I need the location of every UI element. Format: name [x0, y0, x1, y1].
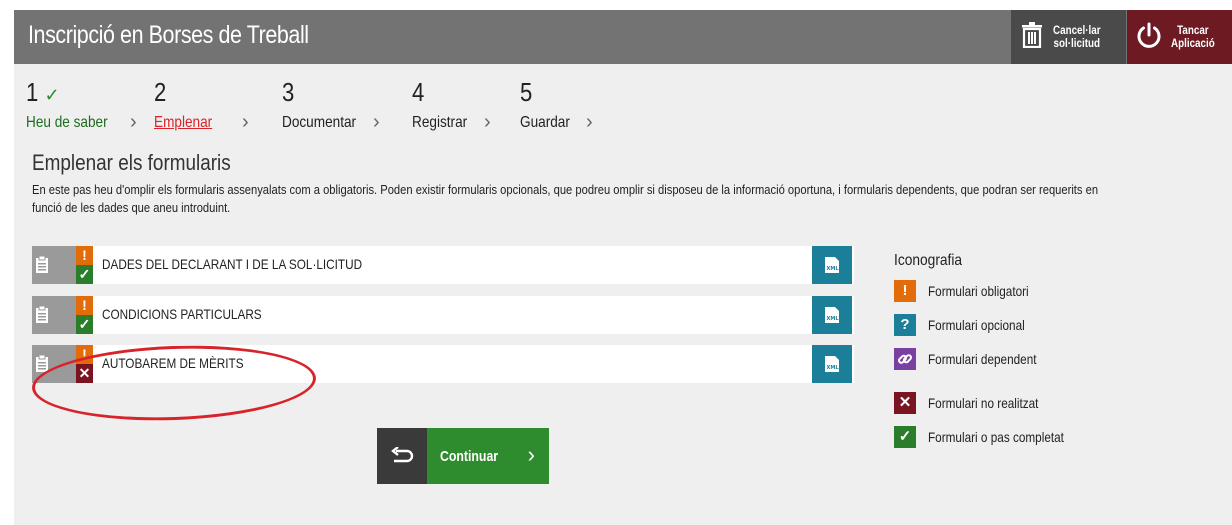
svg-text:XML: XML — [827, 365, 840, 371]
chevron-right-icon: › — [586, 111, 593, 133]
step-2[interactable]: 2 Emplenar › — [154, 77, 249, 133]
close-app-label: Tancar Aplicació — [1171, 23, 1215, 50]
completed-icon: ✓ — [76, 315, 93, 334]
clipboard-icon — [32, 246, 52, 284]
required-badge: ! — [76, 246, 93, 265]
required-icon: ! — [894, 280, 916, 302]
legend-label: Formulari no realitzat — [928, 395, 1039, 411]
section-description: En este pas heu d'omplir els formularis … — [32, 181, 1184, 217]
step-1[interactable]: 1 ✓ Heu de saber › — [26, 77, 137, 133]
legend-label: Formulari o pas completat — [928, 429, 1064, 445]
back-button[interactable] — [377, 428, 427, 484]
continue-button[interactable]: Continuar › — [427, 428, 549, 484]
row-spacer — [52, 246, 76, 284]
row-spacer — [52, 296, 76, 334]
step-name: Documentar — [282, 114, 357, 131]
app-title: Inscripció en Borses de Treball — [28, 21, 309, 49]
chevron-right-icon: › — [130, 111, 137, 133]
step-name: Guardar — [520, 114, 570, 131]
description-line: En este pas heu d'omplir els formularis … — [32, 182, 1099, 197]
chevron-right-icon: › — [527, 442, 535, 467]
clipboard-icon — [32, 296, 52, 334]
step-name: Heu de saber — [26, 114, 108, 131]
chevron-right-icon: › — [484, 111, 491, 133]
chevron-right-icon: › — [242, 111, 249, 133]
step-number: 1 — [26, 77, 39, 107]
close-app-button[interactable]: Tancar Aplicació — [1127, 10, 1232, 64]
link-icon — [894, 348, 916, 370]
step-5[interactable]: 5 Guardar › — [520, 77, 593, 133]
form-name[interactable]: CONDICIONS PARTICULARS — [102, 306, 262, 322]
app-window: Inscripció en Borses de Treball Cancel·l… — [14, 10, 1232, 525]
xml-download-button[interactable]: XML — [812, 345, 852, 383]
continue-label: Continuar — [440, 447, 499, 465]
step-number: 5 — [520, 77, 533, 107]
cancel-request-button[interactable]: Cancel·lar sol·licitud — [1011, 10, 1126, 64]
step-number: 2 — [154, 77, 167, 107]
form-row[interactable]: ! ✓ DADES DEL DECLARANT I DE LA SOL·LICI… — [32, 246, 854, 284]
legend-label: Formulari dependent — [928, 351, 1037, 367]
app-header: Inscripció en Borses de Treball Cancel·l… — [14, 10, 1232, 64]
completed-icon: ✓ — [76, 265, 93, 284]
step-number: 4 — [412, 77, 425, 107]
form-row[interactable]: ! ✓ CONDICIONS PARTICULARS XML — [32, 296, 854, 334]
power-icon — [1135, 21, 1163, 54]
check-icon: ✓ — [44, 85, 60, 105]
chevron-right-icon: › — [373, 111, 380, 133]
legend-title: Iconografia — [894, 252, 963, 269]
legend-label: Formulari opcional — [928, 317, 1025, 333]
trash-icon — [1021, 21, 1043, 53]
return-arrow-icon — [391, 447, 414, 463]
optional-icon: ? — [894, 314, 916, 336]
xml-download-button[interactable]: XML — [812, 246, 852, 284]
required-badge: ! — [76, 296, 93, 315]
xml-download-button[interactable]: XML — [812, 296, 852, 334]
step-4[interactable]: 4 Registrar › — [412, 77, 491, 133]
not-done-icon: ✕ — [894, 392, 916, 414]
step-number: 3 — [282, 77, 295, 107]
cancel-request-label: Cancel·lar sol·licitud — [1053, 23, 1101, 50]
step-name: Registrar — [412, 114, 468, 131]
svg-text:XML: XML — [827, 316, 840, 322]
description-line: funció de les dades que aneu introduint. — [32, 200, 231, 215]
svg-text:XML: XML — [827, 266, 840, 272]
completed-icon: ✓ — [894, 426, 916, 448]
navigation-buttons: Continuar › — [377, 428, 549, 484]
step-3[interactable]: 3 Documentar › — [282, 77, 380, 133]
form-name[interactable]: DADES DEL DECLARANT I DE LA SOL·LICITUD — [102, 256, 362, 272]
legend-label: Formulari obligatori — [928, 283, 1029, 299]
step-name: Emplenar — [154, 114, 213, 131]
section-title: Emplenar els formularis — [32, 150, 231, 175]
